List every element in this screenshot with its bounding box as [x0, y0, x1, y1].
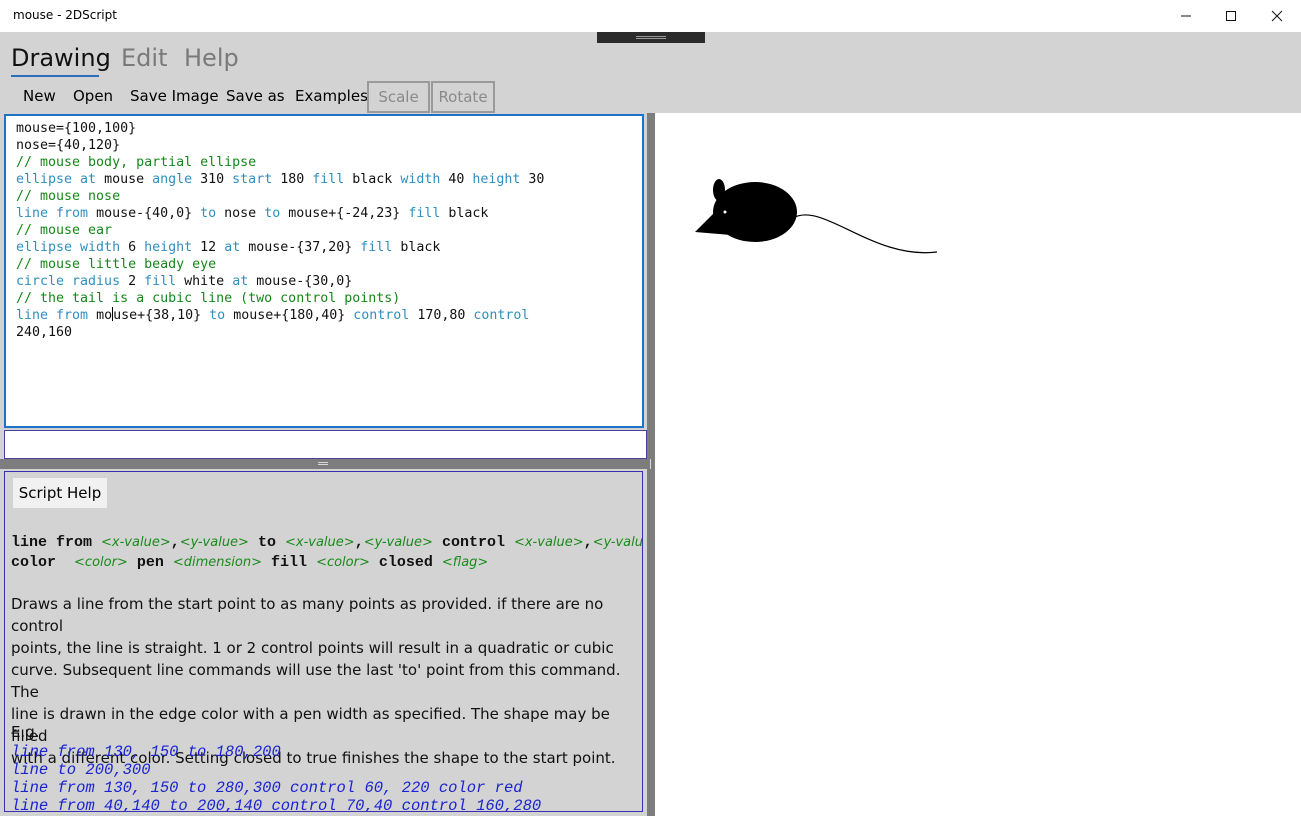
- close-button[interactable]: [1254, 0, 1300, 32]
- active-tab-underline: [11, 75, 99, 77]
- syntax-keyword: pen: [136, 554, 164, 571]
- minimize-icon: [1181, 15, 1191, 17]
- code-comment: // mouse body, partial ellipse: [16, 155, 257, 170]
- code-comment: // mouse nose: [16, 189, 121, 204]
- code-comment: // mouse little beady eye: [16, 257, 217, 272]
- mouse-figure: [695, 179, 938, 254]
- eg-label: E.g.: [11, 723, 40, 741]
- grip-line: [636, 38, 666, 39]
- syntax-arg: <color>: [316, 555, 370, 570]
- description-line: curve. Subsequent line commands will use…: [11, 661, 621, 701]
- syntax-keyword: closed: [378, 554, 433, 571]
- help-panel: Script Help line from <x-value>,<y-value…: [4, 471, 643, 812]
- drawing-canvas[interactable]: [655, 113, 1301, 816]
- syntax-arg: <x-value>: [101, 535, 171, 550]
- tab-edit[interactable]: Edit: [121, 44, 167, 72]
- tab-drawing[interactable]: Drawing: [11, 44, 111, 72]
- grip-line: [636, 36, 666, 37]
- maximize-button[interactable]: [1208, 0, 1254, 32]
- example-line: line from 130, 150 to 180,200: [11, 743, 281, 761]
- text-caret: [112, 307, 114, 321]
- vertical-splitter[interactable]: [647, 113, 655, 816]
- command-input[interactable]: [4, 430, 647, 459]
- description-line: points, the line is straight. 1 or 2 con…: [11, 639, 614, 657]
- syntax-keyword: line from: [11, 534, 93, 551]
- code-line: line from mouse-{40,0} to nose to mouse+…: [16, 206, 489, 221]
- syntax-arg: <x-value>: [513, 535, 584, 550]
- example-line: line from 130, 150 to 280,300 control 60…: [11, 779, 523, 797]
- horizontal-splitter[interactable]: [0, 459, 647, 469]
- syntax-sep: ,: [170, 534, 180, 551]
- mouse-tail: [792, 214, 938, 254]
- code-line: mouse={100,100}: [16, 121, 137, 136]
- close-icon: [1271, 10, 1283, 22]
- title-bar: mouse - 2DScript: [0, 0, 1301, 32]
- open-button[interactable]: Open: [73, 81, 113, 111]
- code-line: circle radius 2 fill white at mouse-{30,…: [16, 274, 353, 289]
- syntax-line: color <color> pen <dimension> fill <colo…: [11, 554, 488, 571]
- mouse-ear: [713, 179, 725, 201]
- rotate-button[interactable]: Rotate: [431, 81, 495, 113]
- syntax-arg: <y-value>: [592, 535, 643, 550]
- example-line: line from 40,140 to 200,140 control 70,4…: [11, 797, 542, 812]
- syntax-keyword: fill: [271, 554, 308, 571]
- code-line: ellipse at mouse angle 310 start 180 fil…: [16, 172, 545, 187]
- minimize-button[interactable]: [1163, 0, 1209, 32]
- syntax-keyword: color: [11, 554, 57, 571]
- save-image-button[interactable]: Save Image: [130, 81, 219, 111]
- code-line: ellipse width 6 height 12 at mouse-{37,2…: [16, 240, 441, 255]
- maximize-icon: [1226, 11, 1236, 21]
- code-line: line from mouse+{38,10} to mouse+{180,40…: [16, 307, 530, 323]
- new-button[interactable]: New: [23, 81, 56, 111]
- syntax-arg: <color>: [74, 555, 128, 570]
- splitter-grip: [318, 462, 328, 463]
- script-editor[interactable]: mouse={100,100} nose={40,120} // mouse b…: [4, 114, 644, 428]
- script-help-button[interactable]: Script Help: [13, 478, 107, 508]
- example-line: line to 200,300: [11, 761, 151, 779]
- syntax-sep: ,: [583, 534, 593, 551]
- syntax-keyword: control: [441, 534, 505, 551]
- code-comment: // the tail is a cubic line (two control…: [16, 291, 401, 306]
- syntax-line: line from <x-value>,<y-value> to <x-valu…: [11, 534, 643, 551]
- window-title: mouse - 2DScript: [13, 8, 117, 22]
- splitter-grip: [650, 459, 651, 469]
- mouse-drawing: [695, 179, 938, 254]
- syntax-sep: ,: [354, 534, 364, 551]
- syntax-arg: <x-value>: [285, 535, 355, 550]
- tab-help[interactable]: Help: [184, 44, 239, 72]
- code-comment: // mouse ear: [16, 223, 113, 238]
- syntax-arg: <y-value>: [179, 535, 249, 550]
- scale-button[interactable]: Scale: [367, 81, 430, 113]
- syntax-arg: <dimension>: [172, 555, 263, 570]
- mouse-eye: [723, 210, 727, 214]
- save-as-button[interactable]: Save as: [226, 81, 285, 111]
- syntax-arg: <flag>: [441, 555, 489, 570]
- syntax-arg: <y-value>: [363, 535, 433, 550]
- splitter-grip: [318, 464, 328, 465]
- code-line: 240,160: [16, 325, 73, 340]
- syntax-keyword: to: [257, 534, 276, 551]
- code-line: nose={40,120}: [16, 138, 121, 153]
- description-line: line is drawn in the edge color with a p…: [11, 705, 610, 745]
- examples-button[interactable]: Examples: [295, 81, 368, 111]
- description-line: Draws a line from the start point to as …: [11, 595, 604, 635]
- drag-handle[interactable]: [597, 32, 705, 43]
